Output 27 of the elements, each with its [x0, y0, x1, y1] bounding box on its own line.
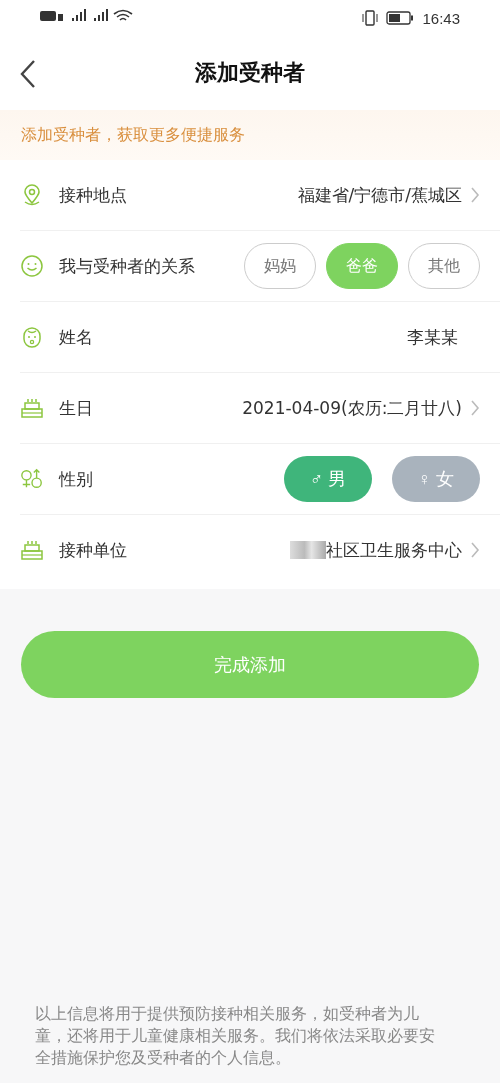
status-time: 16:43 [422, 9, 460, 27]
picker-value[interactable]: 福建省/宁德市/蕉城区 [297, 183, 462, 207]
relation-option[interactable]: 其他 [408, 243, 480, 289]
chevron-icon [470, 186, 480, 204]
baby-face-icon [20, 325, 44, 349]
battery-icon [386, 11, 415, 25]
notice-banner: 添加受种者，获取更多便捷服务 [0, 110, 500, 160]
relation-option[interactable]: 妈妈 [244, 243, 316, 289]
field-label: 姓名 [59, 325, 93, 349]
gender-option[interactable]: ♂ 男 [284, 456, 372, 502]
chevron-icon [470, 541, 480, 559]
privacy-note: 以上信息将用于提供预防接种相关服务，如受种者为儿童，还将用于儿童健康相关服务。我们将依法采取必要安全措施保护您及受种者的个人信息。 [34, 1003, 436, 1069]
field-label: 接种单位 [59, 538, 127, 562]
cake-icon [20, 396, 44, 420]
field-label: 我与受种者的关系 [59, 254, 195, 278]
chevron-icon [470, 399, 480, 417]
field-label: 接种地点 [59, 183, 127, 207]
smiley-icon [20, 254, 44, 278]
picker-value[interactable]: 2021-04-09(农历:二月廿八) [242, 396, 462, 420]
vibrate-icon [362, 10, 379, 26]
field-label: 生日 [59, 396, 93, 420]
page-title: 添加受种者 [195, 59, 305, 87]
cake-icon [20, 538, 44, 562]
picker-value[interactable]: 社区卫生服务中心 [326, 538, 462, 562]
field-label: 性别 [59, 467, 93, 491]
gender-symbols-icon [20, 467, 44, 491]
name-value[interactable]: 李某某 [407, 325, 458, 349]
